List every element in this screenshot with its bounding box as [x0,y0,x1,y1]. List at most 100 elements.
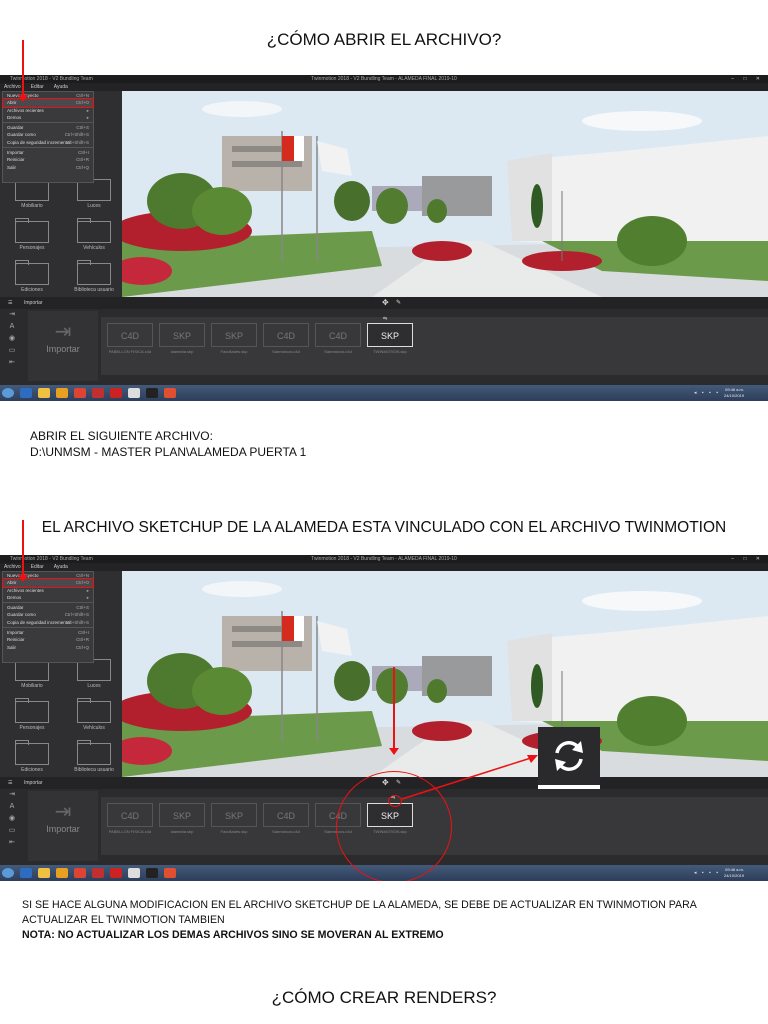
menu-item-demos[interactable]: Demos ▸ [3,594,93,601]
library-item-ediciones[interactable]: Ediciones [12,260,52,301]
chrome-icon[interactable] [74,388,86,398]
menu-bar: Archivo Editar Ayuda [0,563,768,571]
menu-item-importar[interactable]: Importar Ctrl+I [3,629,93,636]
layers-icon[interactable]: ▭ [0,345,24,357]
menu-item-importar[interactable]: Importar Ctrl+I [3,149,93,156]
pdf-icon[interactable] [164,868,176,878]
menu-item-recientes[interactable]: Archivos recientes ▸ [3,587,93,594]
library-item-mobiliario[interactable]: Mobiliario [12,656,52,697]
menu-item-guardar[interactable]: Guardar Ctrl+S [3,124,93,131]
menu-ayuda[interactable]: Ayuda [54,564,68,570]
menu-item-guardar[interactable]: Guardar Ctrl+S [3,604,93,611]
library-item-usuario[interactable]: Biblioteca usuario [74,740,114,781]
file-item[interactable]: C4D PABELLON FISICA.c4d [107,323,153,367]
library-item-luces[interactable]: Luces [74,656,114,697]
ie-icon[interactable] [20,868,32,878]
system-tray-icons[interactable]: ◂ ▪ ▪ ▪ [694,390,720,396]
window-controls[interactable]: – □ ✕ [731,75,764,83]
autocad-icon[interactable] [110,388,122,398]
sync-icon[interactable]: ⇆ [383,316,387,322]
3d-viewport[interactable] [122,91,768,297]
pencil-icon[interactable]: ✎ [396,297,401,309]
shortcut: Ctrl+S [76,125,89,131]
app-icon[interactable] [92,868,104,878]
start-button-icon[interactable] [2,388,14,398]
layers-icon[interactable]: ▭ [0,825,24,837]
menu-item-salir[interactable]: Salir Ctrl+Q [3,164,93,171]
library-item-luces[interactable]: Luces [74,176,114,217]
menu-item-demos[interactable]: Demos ▸ [3,114,93,121]
menu-item-label: Demos [7,114,22,120]
file-item[interactable]: C4D Sanmarcos.c4d [263,323,309,367]
sync-button-zoom[interactable] [538,727,600,789]
menu-item-abrir[interactable]: Abrir Ctrl+O [2,578,94,588]
explorer-icon[interactable] [56,868,68,878]
import-button[interactable]: ⇥ Importar [28,311,98,381]
menu-bar: Archivo Editar Ayuda [0,83,768,91]
menu-item-nuevo[interactable]: Nuevo proyecto Ctrl+N [3,572,93,579]
menu-item-nuevo[interactable]: Nuevo proyecto Ctrl+N [3,92,93,99]
autocad-icon[interactable] [110,868,122,878]
file-item-active[interactable]: SKP TWINMOTION.skp [367,323,413,367]
file-item[interactable]: C4D Sanmarcos.c4d [263,803,309,847]
menu-item-abrir[interactable]: Abrir Ctrl+O [2,98,94,108]
file-item[interactable]: C4D Sanmarcos.c4d [315,323,361,367]
import-button[interactable]: ⇥ Importar [28,791,98,861]
pdf-icon[interactable] [164,388,176,398]
menu-editar[interactable]: Editar [31,564,44,570]
file-item[interactable]: SKP Facultades.skp [211,803,257,847]
library-item-personajes[interactable]: Personajes [12,698,52,739]
import-tool-icon[interactable]: ⇥ [0,789,24,801]
text-tool-icon[interactable]: A [0,321,24,333]
sketchup-icon[interactable] [128,868,140,878]
folder-icon[interactable] [38,868,50,878]
file-item[interactable]: SKP alameda.skp [159,803,205,847]
import-tool-icon[interactable]: ⇥ [0,309,24,321]
menu-item-label: Reiniciar [7,157,25,163]
chrome-icon[interactable] [74,868,86,878]
file-item[interactable]: SKP Facultades.skp [211,323,257,367]
eye-icon[interactable]: ◉ [0,813,24,825]
menu-item-label: Copia de seguridad incremental [7,619,71,625]
window-controls[interactable]: – □ ✕ [731,555,764,563]
app-icon[interactable] [92,388,104,398]
system-tray-icons[interactable]: ◂ ▪ ▪ ▪ [694,870,720,876]
library-item-mobiliario[interactable]: Mobiliario [12,176,52,217]
eye-icon[interactable]: ◉ [0,333,24,345]
export-icon[interactable]: ⇤ [0,837,24,849]
menu-item-guardar-como[interactable]: Guardar como Ctrl+Shift+S [3,131,93,138]
move-icon[interactable]: ✥ [382,297,389,309]
start-button-icon[interactable] [2,868,14,878]
library-item-usuario[interactable]: Biblioteca usuario [74,260,114,301]
menu-editar[interactable]: Editar [31,84,44,90]
folder-icon[interactable] [38,388,50,398]
twinmotion-icon[interactable] [146,388,158,398]
menu-item-copia[interactable]: Copia de seguridad incremental Alt+Shift+… [3,619,93,626]
3d-viewport[interactable] [122,571,768,777]
menu-item-reiniciar[interactable]: Reiniciar Ctrl+R [3,156,93,163]
ie-icon[interactable] [20,388,32,398]
sketchup-icon[interactable] [128,388,140,398]
menu-ayuda[interactable]: Ayuda [54,84,68,90]
library-label: Mobiliario [21,683,43,689]
menu-item-recientes[interactable]: Archivos recientes ▸ [3,107,93,114]
menu-item-copia[interactable]: Copia de seguridad incremental Alt+Shift+… [3,139,93,146]
menu-archivo[interactable]: Archivo [4,564,21,570]
library-item-personajes[interactable]: Personajes [12,218,52,259]
menu-item-salir[interactable]: Salir Ctrl+Q [3,644,93,651]
text-tool-icon[interactable]: A [0,801,24,813]
hamburger-menu-icon[interactable]: ☰ [8,297,12,309]
menu-item-guardar-como[interactable]: Guardar como Ctrl+Shift+S [3,611,93,618]
annotation-arrow-down [18,40,28,102]
menu-item-reiniciar[interactable]: Reiniciar Ctrl+R [3,636,93,643]
library-item-ediciones[interactable]: Ediciones [12,740,52,781]
explorer-icon[interactable] [56,388,68,398]
menu-archivo[interactable]: Archivo [4,84,21,90]
file-item[interactable]: SKP alameda.skp [159,323,205,367]
twinmotion-icon[interactable] [146,868,158,878]
library-item-vehiculos[interactable]: Vehículos [74,218,114,259]
export-icon[interactable]: ⇤ [0,357,24,369]
file-item[interactable]: C4D PABELLON FISICA.c4d [107,803,153,847]
library-item-vehiculos[interactable]: Vehículos [74,698,114,739]
hamburger-menu-icon[interactable]: ☰ [8,777,12,789]
